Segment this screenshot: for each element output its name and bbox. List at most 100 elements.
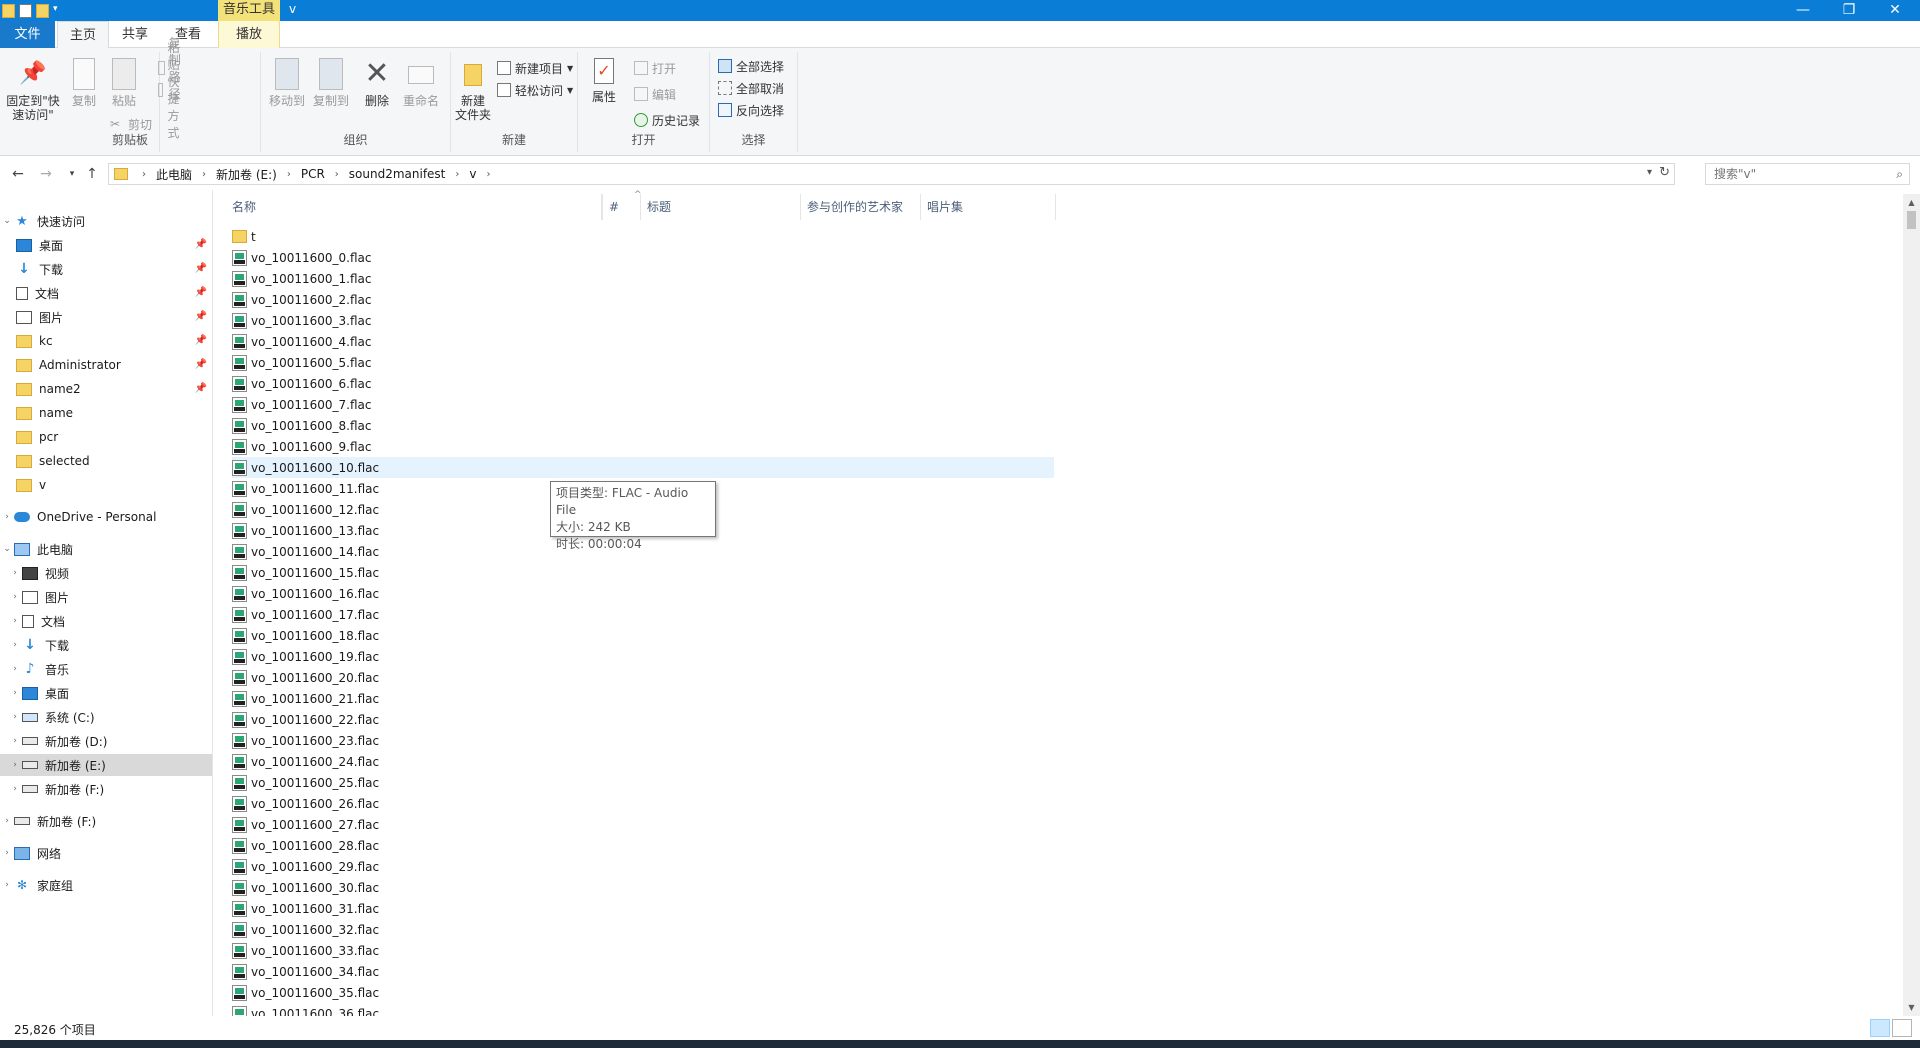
tree-this-pc[interactable]: ⌄ 此电脑	[0, 538, 212, 560]
scroll-down-arrow-icon[interactable]: ▼	[1903, 999, 1920, 1016]
close-button[interactable]: ✕	[1872, 0, 1918, 21]
column-header-title[interactable]: 标题	[641, 194, 801, 220]
tree-pc-desktop[interactable]: › 桌面	[0, 682, 212, 704]
file-row[interactable]: vo_10011600_32.flac	[232, 919, 1054, 940]
copy-to-button[interactable]: 复制到	[309, 58, 353, 108]
scroll-up-arrow-icon[interactable]: ▲	[1903, 194, 1920, 211]
properties-button[interactable]: ✓ 属性	[588, 58, 620, 104]
file-row[interactable]: vo_10011600_15.flac	[232, 562, 1054, 583]
tree-homegroup[interactable]: › ✻ 家庭组	[0, 874, 212, 896]
expand-chevron-icon[interactable]: ›	[8, 712, 22, 722]
expand-chevron-icon[interactable]: ›	[8, 736, 22, 746]
tree-item-administrator[interactable]: Administrator 📌	[0, 354, 212, 376]
forward-arrow-icon[interactable]: →	[36, 164, 56, 184]
edit-button[interactable]: 编辑	[634, 84, 676, 104]
move-to-button[interactable]: 移动到	[265, 58, 309, 108]
file-row[interactable]: vo_10011600_19.flac	[232, 646, 1054, 667]
tree-pc-music[interactable]: › ♪ 音乐	[0, 658, 212, 680]
file-row[interactable]: vo_10011600_21.flac	[232, 688, 1054, 709]
large-icons-view-icon[interactable]	[1892, 1019, 1912, 1037]
pin-quick-access-button[interactable]: 📌 固定到"快速访问"	[4, 58, 62, 122]
file-row[interactable]: vo_10011600_34.flac	[232, 961, 1054, 982]
breadcrumb-chevron-icon[interactable]: ›	[136, 169, 152, 180]
file-row[interactable]: vo_10011600_0.flac	[232, 247, 1054, 268]
address-dropdown-icon[interactable]: ▾	[1647, 167, 1652, 178]
tree-item-v[interactable]: v	[0, 474, 212, 496]
tree-item-desktop[interactable]: 桌面 📌	[0, 234, 212, 256]
breadcrumb-drive-e[interactable]: 新加卷 (E:)	[212, 166, 281, 183]
pin-icon[interactable]: 📌	[195, 335, 207, 346]
breadcrumb-chevron-icon[interactable]: ›	[196, 169, 212, 180]
tree-pc-drive-c[interactable]: › 系统 (C:)	[0, 706, 212, 728]
tab-share[interactable]: 共享	[110, 21, 160, 48]
tree-onedrive[interactable]: › OneDrive - Personal	[0, 506, 212, 528]
refresh-icon[interactable]: ↻	[1659, 165, 1670, 180]
tree-pc-drive-e[interactable]: › 新加卷 (E:)	[0, 754, 212, 776]
scroll-thumb[interactable]	[1907, 211, 1916, 229]
file-row[interactable]: vo_10011600_33.flac	[232, 940, 1054, 961]
expand-chevron-icon[interactable]: ⌄	[0, 216, 14, 226]
folder-row-t[interactable]: t	[232, 226, 1054, 247]
tree-item-selected[interactable]: selected	[0, 450, 212, 472]
tree-pc-videos[interactable]: › 视频	[0, 562, 212, 584]
back-arrow-icon[interactable]: ←	[8, 164, 28, 184]
breadcrumb-v[interactable]: v	[465, 167, 480, 181]
expand-chevron-icon[interactable]: ›	[8, 568, 22, 578]
file-row[interactable]: vo_10011600_18.flac	[232, 625, 1054, 646]
tree-network[interactable]: › 网络	[0, 842, 212, 864]
expand-chevron-icon[interactable]: ›	[8, 664, 22, 674]
search-icon[interactable]: ⌕	[1896, 167, 1903, 182]
new-item-button[interactable]: 新建项目 ▼	[497, 58, 573, 78]
breadcrumb-chevron-icon[interactable]: ›	[281, 169, 297, 180]
file-row[interactable]: vo_10011600_36.flac	[232, 1003, 1054, 1016]
pin-icon[interactable]: 📌	[195, 311, 207, 322]
file-row[interactable]: vo_10011600_16.flac	[232, 583, 1054, 604]
file-row[interactable]: vo_10011600_24.flac	[232, 751, 1054, 772]
properties-check-icon[interactable]	[19, 3, 32, 18]
address-bar[interactable]: › 此电脑 › 新加卷 (E:) › PCR › sound2manifest …	[108, 163, 1675, 185]
minimize-button[interactable]: —	[1780, 0, 1826, 21]
expand-chevron-icon[interactable]: ›	[8, 640, 22, 650]
file-row[interactable]: vo_10011600_35.flac	[232, 982, 1054, 1003]
expand-chevron-icon[interactable]: ⌄	[0, 544, 14, 554]
file-row[interactable]: vo_10011600_22.flac	[232, 709, 1054, 730]
tree-item-name[interactable]: name	[0, 402, 212, 424]
tree-pc-downloads[interactable]: › ↓ 下载	[0, 634, 212, 656]
tree-pc-drive-d[interactable]: › 新加卷 (D:)	[0, 730, 212, 752]
pin-icon[interactable]: 📌	[195, 383, 207, 394]
file-row[interactable]: vo_10011600_25.flac	[232, 772, 1054, 793]
search-box[interactable]: ⌕	[1705, 163, 1910, 185]
up-arrow-icon[interactable]: ↑	[82, 164, 102, 184]
breadcrumb-this-pc[interactable]: 此电脑	[152, 166, 196, 183]
pin-icon[interactable]: 📌	[195, 359, 207, 370]
column-header-name[interactable]: 名称	[226, 194, 602, 220]
tree-item-pictures[interactable]: 图片 📌	[0, 306, 212, 328]
expand-chevron-icon[interactable]: ›	[0, 848, 14, 858]
new-folder-button[interactable]: 新建 文件夹	[453, 58, 493, 122]
file-row-hovered[interactable]: vo_10011600_10.flac	[232, 457, 1054, 478]
column-header-album[interactable]: 唱片集	[921, 194, 1056, 220]
expand-chevron-icon[interactable]: ›	[8, 688, 22, 698]
open-button[interactable]: 打开	[634, 58, 676, 78]
breadcrumb-chevron-icon[interactable]: ›	[329, 169, 345, 180]
file-row[interactable]: vo_10011600_29.flac	[232, 856, 1054, 877]
file-row[interactable]: vo_10011600_4.flac	[232, 331, 1054, 352]
file-row[interactable]: vo_10011600_2.flac	[232, 289, 1054, 310]
file-row[interactable]: vo_10011600_5.flac	[232, 352, 1054, 373]
tree-item-kc[interactable]: kc 📌	[0, 330, 212, 352]
file-row[interactable]: vo_10011600_9.flac	[232, 436, 1054, 457]
tree-item-pcr[interactable]: pcr	[0, 426, 212, 448]
breadcrumb-chevron-icon[interactable]: ›	[449, 169, 465, 180]
file-row[interactable]: vo_10011600_3.flac	[232, 310, 1054, 331]
select-none-button[interactable]: 全部取消	[718, 78, 784, 98]
tree-pc-pictures[interactable]: › 图片	[0, 586, 212, 608]
breadcrumb-sound2manifest[interactable]: sound2manifest	[345, 167, 450, 181]
expand-chevron-icon[interactable]: ›	[0, 512, 14, 522]
file-row[interactable]: vo_10011600_26.flac	[232, 793, 1054, 814]
tab-play[interactable]: 播放	[218, 21, 280, 48]
file-row[interactable]: vo_10011600_27.flac	[232, 814, 1054, 835]
column-header-number[interactable]: #	[602, 194, 641, 220]
file-row[interactable]: vo_10011600_7.flac	[232, 394, 1054, 415]
select-all-button[interactable]: 全部选择	[718, 56, 784, 76]
tree-item-name2[interactable]: name2 📌	[0, 378, 212, 400]
